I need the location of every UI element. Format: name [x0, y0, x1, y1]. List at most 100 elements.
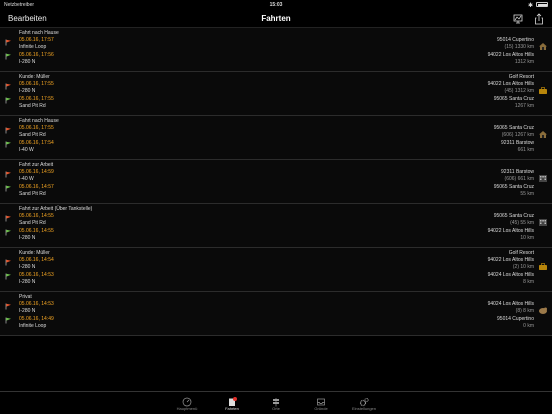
- trip-start-address: Golf Resort 94022 Los Altos Hills: [487, 74, 534, 87]
- trip-row[interactable]: Privat 05.06.16, 14:53 I-280 N 05.06.16, 14…: [0, 292, 552, 336]
- trip-row[interactable]: Fahrt nach Hause 05.06.16, 17:55 Sand Pit …: [0, 116, 552, 160]
- page-title: Fahrten: [261, 14, 291, 23]
- trip-end-time: 05.06.16, 17:55: [19, 96, 54, 102]
- trip-purpose: Kunde: Müller: [19, 250, 50, 256]
- trip-start-road: Infinite Loop: [19, 44, 47, 50]
- trip-start-time: 05.06.16, 17:55: [19, 125, 54, 131]
- start-flag-icon: [5, 259, 12, 266]
- home-category-icon: [538, 130, 548, 139]
- trip-odometer: 0 km: [523, 323, 534, 329]
- trip-end-road: I-280 N: [19, 59, 36, 65]
- tab-bar: Hauptmenü Fahrten Orte Gründe Einstellungen: [0, 391, 552, 414]
- tab-label: Einstellungen: [351, 406, 377, 411]
- trip-distance: (45) 55 km: [510, 220, 534, 226]
- trip-row[interactable]: Fahrt zur Arbeit (Über Tankstelle) 05.06.…: [0, 204, 552, 248]
- map-export-icon[interactable]: [512, 13, 524, 25]
- trip-odometer: 1267 km: [514, 103, 534, 109]
- trip-end-road: I-40 W: [19, 147, 34, 153]
- trips-icon: [227, 394, 237, 406]
- trip-purpose: Fahrt nach Hause: [19, 118, 59, 124]
- clock: 15:03: [269, 2, 283, 8]
- trip-start-time: 05.06.16, 17:57: [19, 37, 54, 43]
- bluetooth-icon: ✱: [527, 2, 533, 9]
- trip-start-road: Sand Pit Rd: [19, 132, 46, 138]
- trip-end-address: 95014 Cupertino: [497, 316, 534, 322]
- home-category-icon: [538, 42, 548, 51]
- end-flag-icon: [5, 273, 12, 280]
- trip-start-address: Golf Resort 94022 Los Altos Hills: [487, 250, 534, 263]
- dashboard-icon: [182, 394, 192, 407]
- trip-end-time: 05.06.16, 17:56: [19, 52, 54, 58]
- trip-odometer: 1312 km: [514, 59, 534, 65]
- work-category-icon: [538, 174, 548, 183]
- start-flag-icon: [5, 127, 12, 134]
- business-category-icon: [538, 86, 548, 95]
- trip-purpose: Fahrt zur Arbeit: [19, 162, 54, 168]
- tab-fahrten[interactable]: Fahrten: [207, 394, 257, 411]
- trip-end-address: 94024 Los Altos Hills: [487, 272, 534, 278]
- trip-end-address: 95065 Santa Cruz: [493, 184, 534, 190]
- tab-label: Hauptmenü: [176, 406, 198, 411]
- end-flag-icon: [5, 141, 12, 148]
- battery-icon: [536, 2, 548, 7]
- trip-end-address: 92311 Barstow: [501, 140, 534, 146]
- trip-end-time: 05.06.16, 14:53: [19, 272, 54, 278]
- trip-start-time: 05.06.16, 14:59: [19, 169, 54, 175]
- trip-end-time: 05.06.16, 14:55: [19, 228, 54, 234]
- trip-row[interactable]: Kunde: Müller 05.06.16, 14:54 I-280 N 05.06…: [0, 248, 552, 292]
- tab-hauptmen[interactable]: Hauptmenü: [162, 394, 212, 411]
- trip-start-address: 92311 Barstow: [501, 169, 534, 175]
- tab-einstellungen[interactable]: Einstellungen: [339, 394, 389, 411]
- tab-label: Fahrten: [225, 406, 239, 411]
- trip-end-address: 94022 Los Altos Hills: [487, 228, 534, 234]
- business-category-icon: [538, 262, 548, 271]
- trip-distance: (8) 8 km: [515, 308, 534, 314]
- private-category-icon: [538, 306, 548, 315]
- trip-end-road: I-280 N: [19, 235, 36, 241]
- start-flag-icon: [5, 303, 12, 310]
- status-bar: Netzbetreiber 15:03 ✱: [0, 0, 552, 10]
- end-flag-icon: [5, 317, 12, 324]
- trip-end-road: Sand Pit Rd: [19, 191, 46, 197]
- end-flag-icon: [5, 229, 12, 236]
- trip-start-time: 05.06.16, 14:54: [19, 257, 54, 263]
- trip-start-address: 95014 Cupertino: [497, 37, 534, 43]
- trip-start-road: I-280 N: [19, 308, 36, 314]
- trip-start-time: 05.06.16, 14:55: [19, 213, 54, 219]
- trip-start-address: 95065 Santa Cruz: [493, 213, 534, 219]
- trip-row[interactable]: Fahrt nach Hause 05.06.16, 17:57 Infinite …: [0, 28, 552, 72]
- trip-distance: (45) 1312 km: [504, 88, 534, 94]
- trip-end-time: 05.06.16, 14:49: [19, 316, 54, 322]
- trip-start-road: I-40 W: [19, 176, 34, 182]
- end-flag-icon: [5, 185, 12, 192]
- trip-end-address: 94022 Los Altos Hills: [487, 52, 534, 58]
- start-flag-icon: [5, 39, 12, 46]
- trip-purpose: Fahrt zur Arbeit (Über Tankstelle): [19, 206, 93, 212]
- trip-end-road: Infinite Loop: [19, 323, 47, 329]
- start-flag-icon: [5, 171, 12, 178]
- trip-row[interactable]: Fahrt zur Arbeit 05.06.16, 14:59 I-40 W 05.…: [0, 160, 552, 204]
- trip-purpose: Fahrt nach Hause: [19, 30, 59, 36]
- trip-start-time: 05.06.16, 14:53: [19, 301, 54, 307]
- end-flag-icon: [5, 53, 12, 60]
- trip-end-time: 05.06.16, 17:54: [19, 140, 54, 146]
- trip-distance: (606) 1267 km: [501, 132, 534, 138]
- share-icon[interactable]: [533, 13, 545, 25]
- trip-odometer: 10 km: [520, 235, 534, 241]
- start-flag-icon: [5, 83, 12, 90]
- trip-odometer: 8 km: [523, 279, 534, 285]
- navigation-bar: Bearbeiten Fahrten: [0, 10, 552, 28]
- trip-start-address: 94024 Los Altos Hills: [487, 301, 534, 307]
- trip-distance: (15) 1330 km: [504, 44, 534, 50]
- signpost-icon: [271, 394, 281, 407]
- start-flag-icon: [5, 215, 12, 222]
- tab-orte[interactable]: Orte: [251, 394, 301, 411]
- trip-row[interactable]: Kunde: Müller 05.06.16, 17:55 I-280 N 05.06…: [0, 72, 552, 116]
- trip-purpose: Privat: [19, 294, 32, 300]
- gears-icon: [359, 394, 369, 407]
- trip-odometer: 661 km: [517, 147, 534, 153]
- end-flag-icon: [5, 97, 12, 104]
- trip-purpose: Kunde: Müller: [19, 74, 50, 80]
- trip-distance: (606) 661 km: [504, 176, 534, 182]
- trip-end-road: I-280 N: [19, 279, 36, 285]
